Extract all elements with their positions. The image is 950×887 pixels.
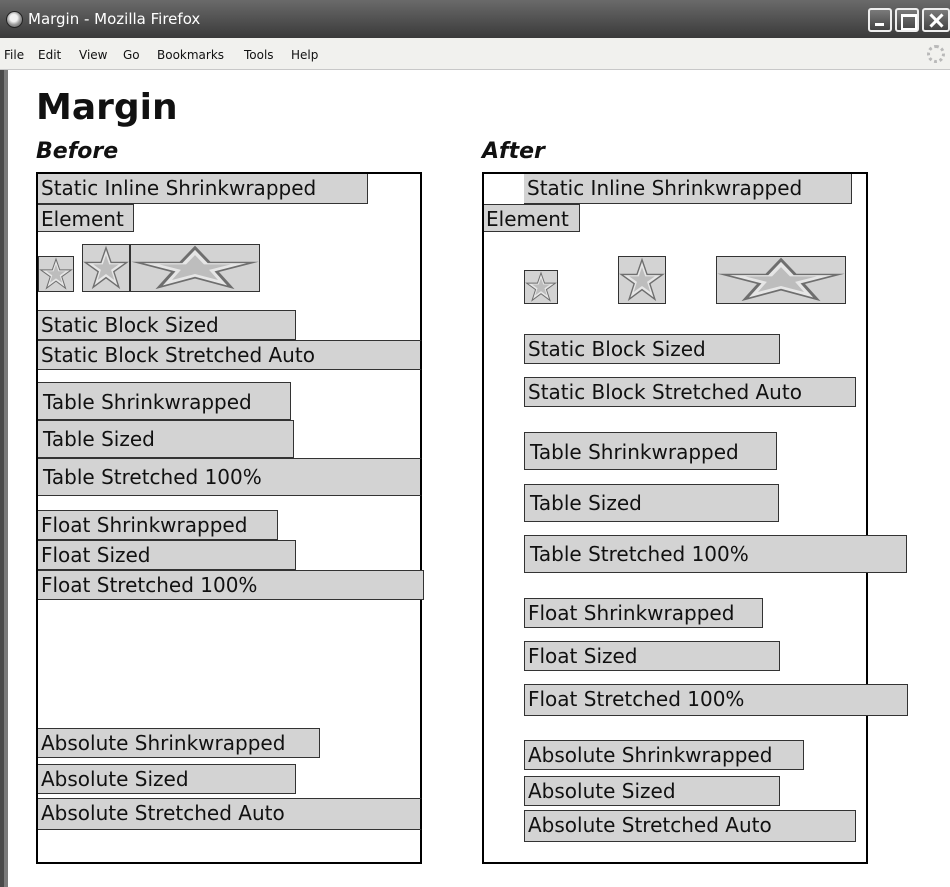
star-icon	[618, 256, 666, 304]
static-inline-line1: Static Inline Shrinkwrapped	[38, 174, 368, 204]
star-icon	[130, 244, 260, 292]
menu-bookmarks[interactable]: Bookmarks	[157, 48, 224, 62]
after-panel: Static Inline Shrinkwrapped Element Stat…	[482, 172, 908, 864]
before-panel: Static Inline Shrinkwrapped Element Stat…	[36, 172, 424, 864]
menu-file[interactable]: File	[4, 48, 24, 62]
menu-edit[interactable]: Edit	[38, 48, 61, 62]
table-shrinkwrapped: Table Shrinkwrapped	[524, 432, 777, 470]
throbber-icon	[927, 45, 945, 63]
absolute-shrinkwrapped: Absolute Shrinkwrapped	[524, 740, 804, 770]
table-stretched: Table Stretched 100%	[524, 535, 907, 573]
menu-help[interactable]: Help	[291, 48, 318, 62]
static-block-sized: Static Block Sized	[38, 310, 296, 340]
static-inline-line2: Element	[38, 204, 134, 232]
before-heading: Before	[36, 139, 119, 164]
close-icon[interactable]	[922, 8, 950, 32]
star-icon	[82, 244, 130, 292]
minimize-icon[interactable]	[868, 8, 892, 32]
menu-view[interactable]: View	[79, 48, 107, 62]
menu-tools[interactable]: Tools	[244, 48, 274, 62]
float-shrinkwrapped: Float Shrinkwrapped	[38, 510, 278, 540]
star-icon	[716, 256, 846, 304]
after-heading: After	[482, 139, 545, 164]
table-shrinkwrapped: Table Shrinkwrapped	[38, 382, 291, 420]
window-title: Margin - Mozilla Firefox	[28, 10, 201, 28]
static-block-stretched: Static Block Stretched Auto	[38, 340, 422, 370]
table-sized: Table Sized	[524, 484, 779, 522]
float-sized: Float Sized	[524, 641, 780, 671]
float-sized: Float Sized	[38, 540, 296, 570]
static-inline-line1: Static Inline Shrinkwrapped	[524, 174, 852, 204]
absolute-stretched: Absolute Stretched Auto	[38, 798, 422, 830]
page-title: Margin	[36, 87, 178, 128]
absolute-sized: Absolute Sized	[524, 776, 780, 806]
window-titlebar: Margin - Mozilla Firefox	[0, 0, 950, 38]
maximize-icon[interactable]	[895, 8, 919, 32]
firefox-icon	[6, 11, 23, 28]
absolute-stretched: Absolute Stretched Auto	[524, 810, 856, 842]
menu-bar: File Edit View Go Bookmarks Tools Help	[0, 38, 950, 70]
float-stretched: Float Stretched 100%	[38, 570, 424, 600]
static-inline-line2: Element	[484, 204, 580, 232]
float-stretched: Float Stretched 100%	[524, 684, 908, 716]
absolute-shrinkwrapped: Absolute Shrinkwrapped	[38, 728, 320, 758]
star-icon	[524, 270, 558, 304]
window-frame	[0, 70, 8, 887]
absolute-sized: Absolute Sized	[38, 764, 296, 794]
star-icon	[38, 256, 74, 292]
menu-go[interactable]: Go	[123, 48, 140, 62]
static-block-stretched: Static Block Stretched Auto	[524, 377, 856, 407]
table-stretched: Table Stretched 100%	[38, 458, 422, 496]
float-shrinkwrapped: Float Shrinkwrapped	[524, 598, 763, 628]
table-sized: Table Sized	[38, 420, 294, 458]
static-block-sized: Static Block Sized	[524, 334, 780, 364]
